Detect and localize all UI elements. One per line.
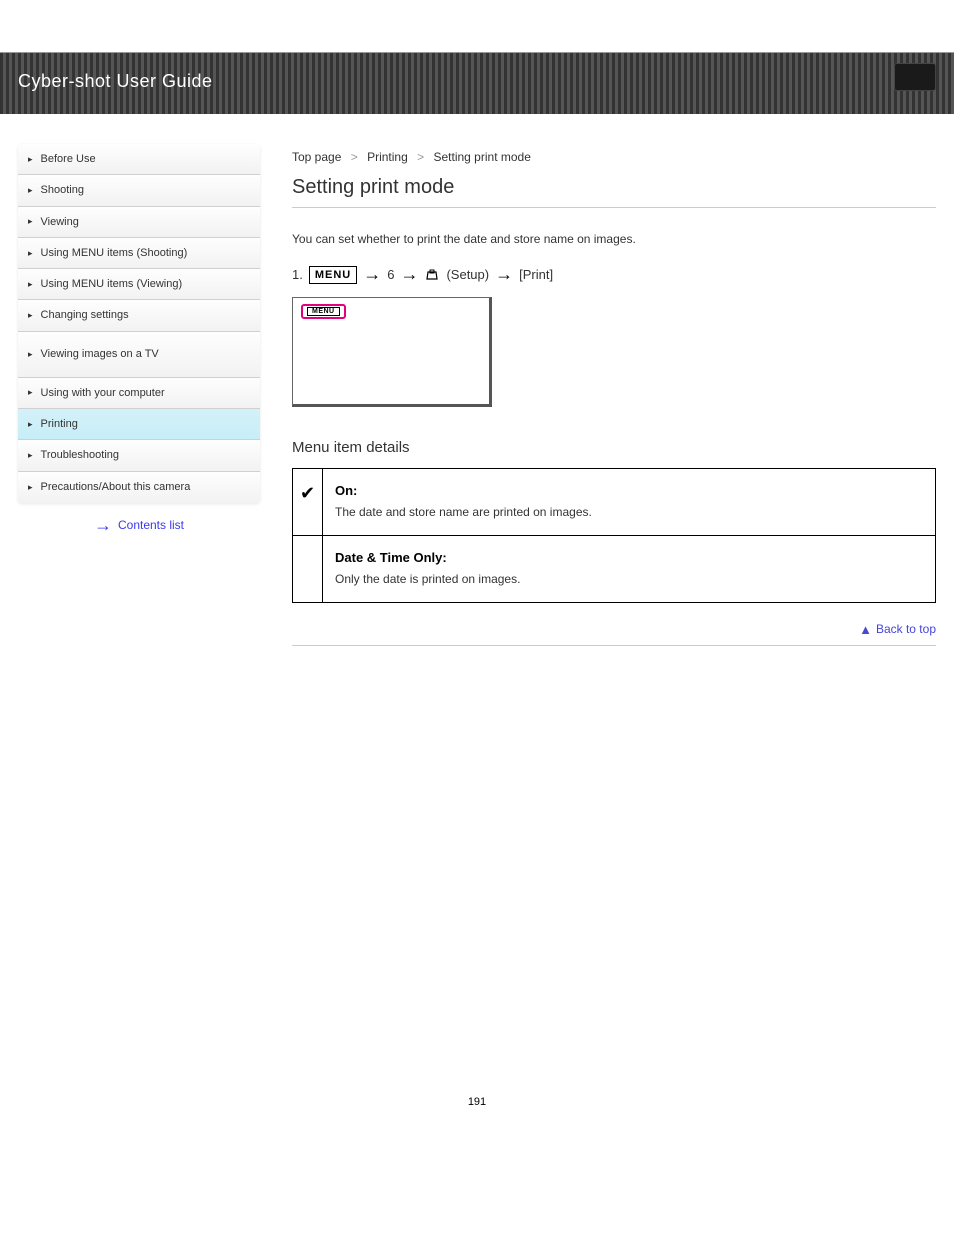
contents-list-link[interactable]: → Contents list [18,503,260,548]
sidebar-item-before-use[interactable]: ▸ Before Use [18,144,260,175]
breadcrumb-top[interactable]: Top page [292,150,341,164]
main-content: Top page > Printing > Setting print mode… [292,144,936,646]
subsection-title: Menu item details [292,439,936,456]
sidebar-item-menu-viewing[interactable]: ▸ Using MENU items (Viewing) [18,269,260,300]
bottom-divider [292,645,936,646]
sidebar-item-troubleshooting[interactable]: ▸ Troubleshooting [18,440,260,471]
table-row: ✔ On: The date and store name are printe… [293,469,936,536]
chevron-right-icon: ▸ [28,248,33,259]
title-divider [292,207,936,208]
setup-toolbox-icon [424,267,440,283]
arrow-right-icon: → [495,264,513,285]
menu-highlight-box: MENU [301,304,346,319]
chevron-right-icon: ▸ [28,482,33,493]
step-number: 1. [292,267,303,282]
chevron-right-icon: ▸ [28,216,33,227]
sidebar-label: Using MENU items (Viewing) [41,277,183,291]
arrow-right-icon: → [94,515,112,536]
chevron-right-icon: ▸ [28,154,33,165]
sidebar-label: Before Use [41,152,96,166]
chevron-right-icon: ▸ [28,279,33,290]
sidebar-label: Troubleshooting [41,448,119,462]
sidebar: ▸ Before Use ▸ Shooting ▸ Viewing ▸ Usin… [18,144,260,646]
header-bar: Cyber-shot User Guide [0,52,954,114]
chevron-right-icon: ▸ [28,387,33,398]
chevron-right-icon: ▸ [28,185,33,196]
path-print-label: [Print] [519,267,553,282]
option-cell: On: The date and store name are printed … [323,469,936,536]
sidebar-label: Printing [41,417,78,431]
path-setup-label: (Setup) [446,267,489,282]
back-to-top-label: Back to top [876,622,936,636]
sidebar-item-changing-settings[interactable]: ▸ Changing settings [18,300,260,331]
contents-label: Contents list [118,518,184,532]
sidebar-item-computer[interactable]: ▸ Using with your computer [18,378,260,409]
menu-inner-badge: MENU [307,307,340,316]
options-table: ✔ On: The date and store name are printe… [292,468,936,603]
sidebar-label: Changing settings [41,308,129,322]
menu-path: 1. MENU → 6 → (Setup) → [Print] [292,264,936,285]
sidebar-label: Using with your computer [41,386,165,400]
sidebar-label: Using MENU items (Shooting) [41,246,188,260]
sidebar-item-shooting[interactable]: ▸ Shooting [18,175,260,206]
check-mark-icon: ✔ [293,469,323,536]
back-to-top-link[interactable]: ▲ Back to top [292,621,936,639]
sidebar-item-viewing-tv[interactable]: ▸ Viewing images on a TV [18,332,260,378]
triangle-up-icon: ▲ [859,622,872,637]
page-number: 191 [0,1096,954,1128]
breadcrumb: Top page > Printing > Setting print mode [292,150,936,164]
print-button[interactable] [894,63,936,91]
option-desc: Only the date is printed on images. [335,571,923,588]
menu-badge-icon: MENU [309,266,357,284]
option-desc: The date and store name are printed on i… [335,504,923,521]
sidebar-item-viewing[interactable]: ▸ Viewing [18,207,260,238]
chevron-right-icon: ▸ [28,349,33,360]
sidebar-item-precautions[interactable]: ▸ Precautions/About this camera [18,472,260,503]
sidebar-label: Viewing [41,215,79,229]
check-col-empty [293,535,323,602]
option-title: On: [335,483,923,498]
arrow-right-icon: → [400,264,418,285]
page-title: Setting print mode [292,176,936,199]
chevron-right-icon: ▸ [28,419,33,430]
chevron-right-icon: ▸ [28,310,33,321]
sidebar-item-menu-shooting[interactable]: ▸ Using MENU items (Shooting) [18,238,260,269]
sidebar-list: ▸ Before Use ▸ Shooting ▸ Viewing ▸ Usin… [18,144,260,503]
option-title: Date & Time Only: [335,550,923,565]
sidebar-label: Viewing images on a TV [41,347,159,361]
sidebar-label: Precautions/About this camera [41,480,191,494]
path-step-1: 6 [387,267,394,282]
arrow-right-icon: → [363,264,381,285]
sidebar-label: Shooting [41,183,84,197]
breadcrumb-section[interactable]: Printing [367,150,408,164]
chevron-right-icon: ▸ [28,450,33,461]
screen-illustration: MENU [292,297,492,407]
guide-title: Cyber-shot User Guide [18,71,213,92]
sidebar-item-printing[interactable]: ▸ Printing [18,409,260,440]
option-cell: Date & Time Only: Only the date is print… [323,535,936,602]
table-row: Date & Time Only: Only the date is print… [293,535,936,602]
description: You can set whether to print the date an… [292,230,936,248]
breadcrumb-page: Setting print mode [433,150,530,164]
